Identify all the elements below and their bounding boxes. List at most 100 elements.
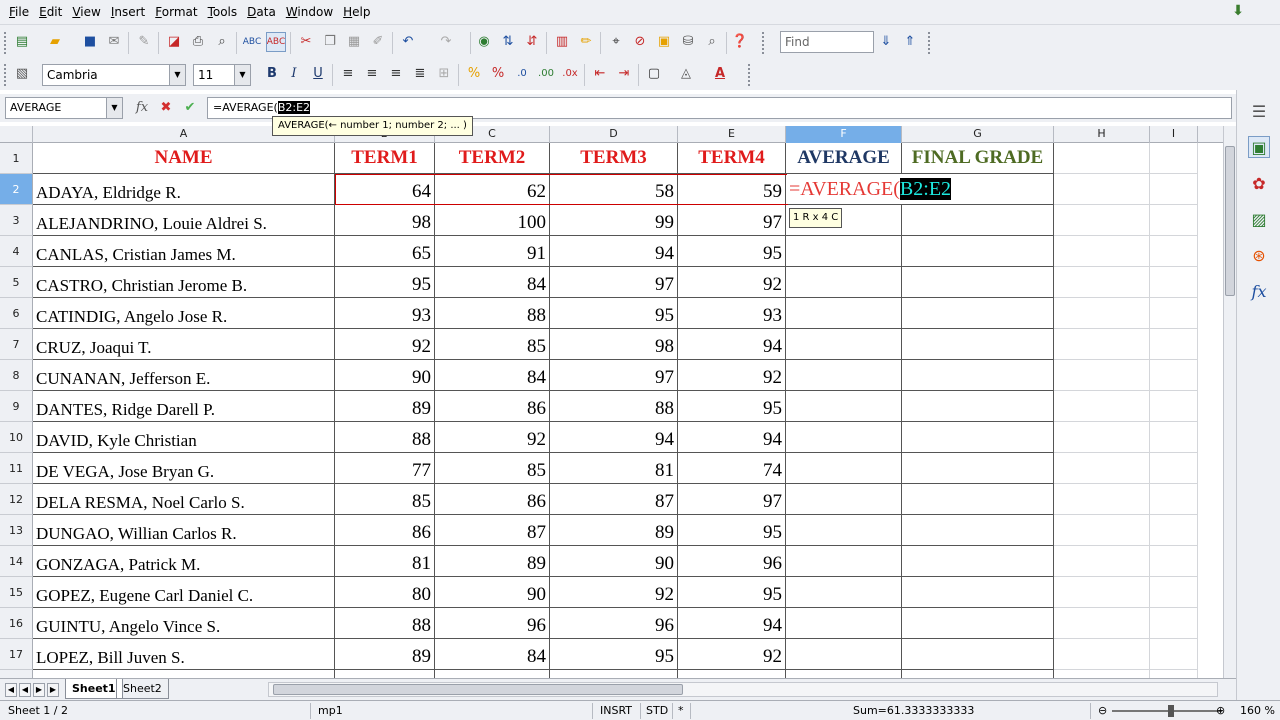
term-grade[interactable]: 84 <box>435 639 550 670</box>
row-header[interactable]: 17 <box>0 639 33 670</box>
average-cell[interactable] <box>786 360 902 391</box>
find-previous-icon[interactable]: ⇑ <box>900 32 920 52</box>
term-grade[interactable]: 90 <box>678 670 786 678</box>
menu-insert[interactable]: Insert <box>106 0 150 24</box>
menu-edit[interactable]: Edit <box>34 0 67 24</box>
term-grade[interactable]: 94 <box>550 236 678 267</box>
status-page-style[interactable]: mp1 <box>318 701 343 720</box>
student-name[interactable]: MACALALANG, Noel Christian T. <box>33 670 335 678</box>
percent-format-icon[interactable]: % <box>488 64 508 84</box>
average-cell[interactable] <box>786 484 902 515</box>
term-grade[interactable]: 93 <box>678 298 786 329</box>
chevron-down-icon[interactable]: ▼ <box>234 65 250 85</box>
chart-icon[interactable]: ▥ <box>552 32 572 52</box>
term-grade[interactable]: 95 <box>678 391 786 422</box>
undo-icon[interactable]: ↶ <box>398 32 418 52</box>
header-final[interactable]: FINAL GRADE <box>902 143 1054 174</box>
final-grade-cell[interactable] <box>902 608 1054 639</box>
table-cell[interactable] <box>1150 329 1198 360</box>
term-grade[interactable]: 87 <box>550 484 678 515</box>
zoom-slider-handle[interactable] <box>1168 705 1174 717</box>
status-insert-mode[interactable]: INSRT <box>600 701 632 720</box>
term-grade[interactable]: 88 <box>435 298 550 329</box>
term-grade[interactable]: 95 <box>678 515 786 546</box>
select-all-corner[interactable] <box>0 126 33 143</box>
term-grade[interactable]: 97 <box>678 205 786 236</box>
row-header[interactable]: 15 <box>0 577 33 608</box>
save-icon[interactable]: ■ <box>80 32 100 52</box>
term-grade[interactable]: 100 <box>435 205 550 236</box>
table-cell[interactable] <box>1150 360 1198 391</box>
open-folder-icon[interactable]: ▰ <box>45 32 65 52</box>
column-header-e[interactable]: E <box>678 126 786 143</box>
term-grade[interactable]: 81 <box>550 453 678 484</box>
student-name[interactable]: CRUZ, Joaqui T. <box>33 329 335 360</box>
final-grade-cell[interactable] <box>902 577 1054 608</box>
term-grade[interactable]: 88 <box>335 608 435 639</box>
final-grade-cell[interactable] <box>902 422 1054 453</box>
menu-window[interactable]: Window <box>281 0 338 24</box>
standard-format-icon[interactable]: .0 <box>512 64 532 84</box>
data-sources-icon[interactable]: ⛁ <box>678 32 698 52</box>
final-grade-cell[interactable] <box>902 360 1054 391</box>
row-header[interactable]: 1 <box>0 143 33 174</box>
student-name[interactable]: GOPEZ, Eugene Carl Daniel C. <box>33 577 335 608</box>
spellcheck-icon[interactable]: ABC <box>242 32 262 52</box>
align-right-icon[interactable]: ≡ <box>386 64 406 84</box>
term-grade[interactable]: 97 <box>550 267 678 298</box>
italic-icon[interactable]: I <box>284 64 304 84</box>
background-color-icon[interactable]: ◬ <box>676 64 696 84</box>
merge-cells-icon[interactable]: ⊞ <box>434 64 454 84</box>
student-name[interactable]: CASTRO, Christian Jerome B. <box>33 267 335 298</box>
vertical-scroll-thumb[interactable] <box>1225 146 1235 296</box>
term-grade[interactable]: 94 <box>678 329 786 360</box>
student-name[interactable]: ALEJANDRINO, Louie Aldrei S. <box>33 205 335 236</box>
term-grade[interactable]: 92 <box>335 329 435 360</box>
term-grade[interactable]: 89 <box>435 546 550 577</box>
term-grade[interactable]: 90 <box>335 360 435 391</box>
row-header[interactable]: 11 <box>0 453 33 484</box>
hyperlink-icon[interactable]: ◉ <box>474 32 494 52</box>
zoom-in-icon[interactable]: ⊕ <box>1216 701 1225 720</box>
first-sheet-icon[interactable]: ◀ <box>5 683 17 697</box>
final-grade-cell[interactable] <box>902 267 1054 298</box>
tab-sheet2[interactable]: Sheet2 <box>116 679 169 699</box>
align-center-icon[interactable]: ≡ <box>362 64 382 84</box>
term-grade[interactable]: 74 <box>678 453 786 484</box>
average-cell[interactable] <box>786 267 902 298</box>
table-cell[interactable] <box>1054 515 1150 546</box>
term-grade[interactable]: 98 <box>335 205 435 236</box>
table-cell[interactable] <box>1054 236 1150 267</box>
term-grade[interactable]: 77 <box>335 453 435 484</box>
final-grade-cell[interactable] <box>902 484 1054 515</box>
copy-icon[interactable]: ❐ <box>320 32 340 52</box>
redo-icon[interactable]: ↷ <box>436 32 456 52</box>
term-grade[interactable]: 92 <box>550 577 678 608</box>
draw-functions-icon[interactable]: ✏ <box>576 32 596 52</box>
table-cell[interactable] <box>1054 298 1150 329</box>
final-grade-cell[interactable] <box>902 205 1054 236</box>
vertical-scrollbar[interactable] <box>1223 126 1236 678</box>
table-cell[interactable] <box>1054 639 1150 670</box>
average-cell[interactable] <box>786 453 902 484</box>
final-grade-cell[interactable] <box>902 329 1054 360</box>
table-cell[interactable] <box>1150 298 1198 329</box>
average-cell[interactable] <box>786 236 902 267</box>
chevron-down-icon[interactable]: ▼ <box>169 65 185 85</box>
term-grade[interactable]: 89 <box>335 639 435 670</box>
sort-descending-icon[interactable]: ⇵ <box>522 32 542 52</box>
edit-file-icon[interactable]: ✎ <box>134 32 154 52</box>
student-name[interactable]: GUINTU, Angelo Vince S. <box>33 608 335 639</box>
term-grade[interactable]: 92 <box>678 360 786 391</box>
final-grade-cell[interactable] <box>902 639 1054 670</box>
final-grade-cell[interactable] <box>902 670 1054 678</box>
row-header[interactable]: 12 <box>0 484 33 515</box>
student-name[interactable]: CUNANAN, Jefferson E. <box>33 360 335 391</box>
term-grade[interactable]: 97 <box>550 360 678 391</box>
bold-icon[interactable]: B <box>262 64 282 84</box>
zoom-icon[interactable]: ⌕ <box>702 32 722 52</box>
term-grade[interactable]: 84 <box>435 360 550 391</box>
table-cell[interactable] <box>1150 453 1198 484</box>
column-header-i[interactable]: I <box>1150 126 1198 143</box>
term-grade[interactable]: 95 <box>550 298 678 329</box>
